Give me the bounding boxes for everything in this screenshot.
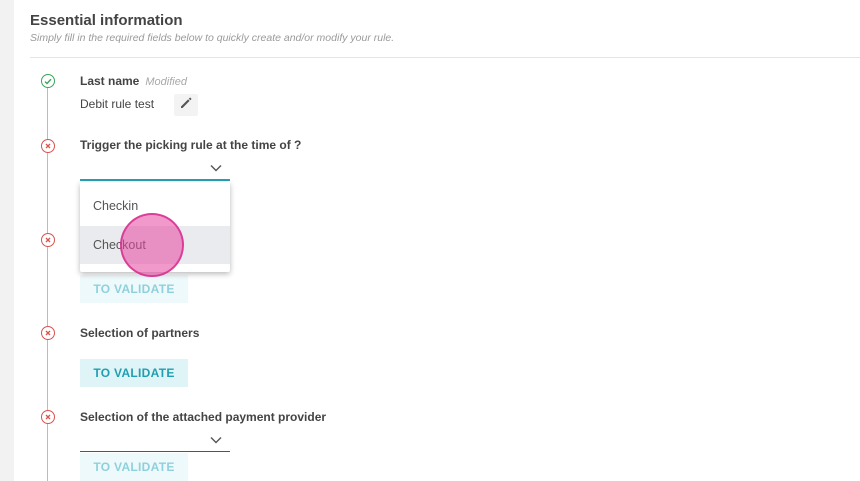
section-header: Essential information Simply fill in the… bbox=[30, 12, 394, 44]
main-panel: Essential information Simply fill in the… bbox=[14, 0, 860, 481]
trigger-label: Trigger the picking rule at the time of … bbox=[80, 138, 302, 152]
to-validate-button[interactable]: TO VALIDATE bbox=[80, 359, 188, 387]
last-name-label: Last name Modified bbox=[80, 74, 187, 88]
header-divider bbox=[30, 57, 860, 58]
chevron-down-icon[interactable] bbox=[210, 436, 222, 444]
payment-provider-select[interactable] bbox=[80, 451, 230, 452]
trigger-select[interactable] bbox=[80, 179, 230, 181]
x-circle-icon bbox=[41, 326, 55, 340]
section-subtitle: Simply fill in the required fields below… bbox=[30, 32, 395, 44]
chevron-down-icon[interactable] bbox=[210, 164, 222, 172]
edit-button[interactable] bbox=[174, 94, 198, 116]
to-validate-button[interactable]: TO VALIDATE bbox=[80, 275, 188, 303]
last-name-label-text: Last name bbox=[80, 74, 140, 88]
check-circle-icon bbox=[41, 74, 55, 88]
modified-badge: Modified bbox=[145, 76, 187, 88]
payment-provider-label: Selection of the attached payment provid… bbox=[80, 410, 327, 424]
x-circle-icon bbox=[41, 139, 55, 153]
pencil-icon bbox=[179, 96, 193, 115]
cursor-indicator bbox=[120, 213, 184, 277]
partners-label: Selection of partners bbox=[80, 326, 200, 340]
last-name-value: Debit rule test bbox=[80, 97, 155, 111]
x-circle-icon bbox=[41, 233, 55, 247]
to-validate-button[interactable]: TO VALIDATE bbox=[80, 453, 188, 481]
x-circle-icon bbox=[41, 410, 55, 424]
section-title: Essential information bbox=[30, 12, 183, 29]
